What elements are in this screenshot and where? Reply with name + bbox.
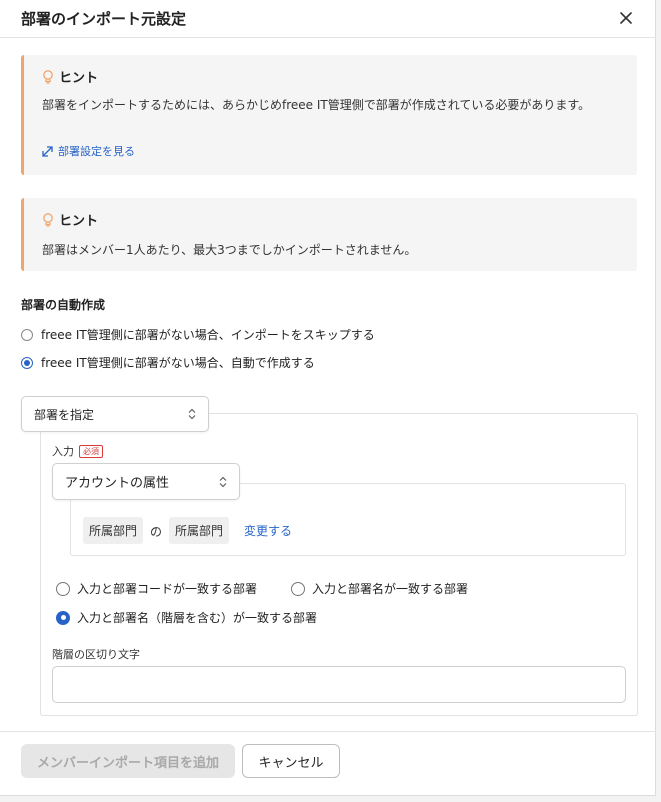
hint-title: ヒント: [59, 214, 99, 229]
radio-match-name[interactable]: [291, 581, 305, 596]
required-badge: 必須: [79, 444, 103, 458]
dialog-title: 部署のインポート元設定: [21, 10, 187, 28]
add-member-import-item-button[interactable]: メンバーインポート項目を追加: [21, 744, 235, 778]
radio-skip-label: freee IT管理側に部署がない場合、インポートをスキップする: [41, 328, 375, 342]
change-attribute-link[interactable]: 変更する: [244, 522, 292, 539]
separator-label: 階層の区切り文字: [52, 648, 140, 661]
department-settings-link-label: 部署設定を見る: [58, 145, 135, 158]
hint-text: 部署はメンバー1人あたり、最大3つまでしかインポートされません。: [42, 243, 417, 257]
hint-text: 部署をインポートするためには、あらかじめfreee IT管理側で部署が作成されて…: [42, 98, 591, 112]
attribute-chip: 所属部門: [83, 517, 144, 544]
separator-input[interactable]: [52, 666, 626, 703]
connector-text: の: [150, 525, 163, 539]
match-option-name-label: 入力と部署名が一致する部署: [312, 582, 469, 596]
sort-arrows-icon: [219, 476, 227, 487]
input-label-text: 入力: [52, 445, 74, 458]
department-settings-link[interactable]: 部署設定を見る: [42, 143, 135, 159]
hint-box-import-requirement: ヒント 部署をインポートするためには、あらかじめfreee IT管理側で部署が作…: [21, 55, 637, 175]
input-field-label: 入力 必須: [52, 443, 103, 459]
hint-header: ヒント: [42, 67, 98, 86]
radio-skip[interactable]: [21, 328, 33, 341]
input-source-value: アカウントの属性: [65, 476, 170, 491]
lightbulb-icon: [43, 69, 53, 84]
radio-match-name-hierarchy[interactable]: [56, 610, 70, 625]
auto-create-option-skip[interactable]: freee IT管理側に部署がない場合、インポートをスキップする: [21, 326, 375, 343]
footer-divider: [0, 731, 656, 732]
close-button[interactable]: [612, 4, 640, 32]
input-source-select[interactable]: アカウントの属性: [52, 463, 240, 500]
mapped-attribute-chip: 所属部門: [169, 517, 230, 544]
external-link-icon: [42, 145, 53, 157]
match-option-code[interactable]: 入力と部署コードが一致する部署: [56, 580, 257, 597]
cancel-button[interactable]: キャンセル: [242, 744, 340, 778]
sort-arrows-icon: [188, 408, 196, 420]
radio-create[interactable]: [21, 356, 33, 369]
department-mode-select[interactable]: 部署を指定: [21, 396, 209, 432]
close-icon: [620, 12, 632, 24]
auto-create-option-create[interactable]: freee IT管理側に部署がない場合、自動で作成する: [21, 354, 315, 371]
hint-title: ヒント: [59, 71, 99, 86]
match-option-name-hierarchy[interactable]: 入力と部署名（階層を含む）が一致する部署: [56, 609, 317, 626]
radio-match-code[interactable]: [56, 581, 70, 596]
radio-create-label: freee IT管理側に部署がない場合、自動で作成する: [41, 356, 315, 370]
match-option-code-label: 入力と部署コードが一致する部署: [77, 582, 258, 596]
hint-box-import-limit: ヒント 部署はメンバー1人あたり、最大3つまでしかインポートされません。: [21, 198, 637, 271]
match-option-name-hierarchy-label: 入力と部署名（階層を含む）が一致する部署: [77, 611, 318, 625]
dialog-header: 部署のインポート元設定: [0, 0, 656, 38]
department-mode-value: 部署を指定: [34, 407, 95, 422]
match-option-name[interactable]: 入力と部署名が一致する部署: [291, 580, 468, 597]
hint-header: ヒント: [42, 210, 98, 229]
auto-create-section-label: 部署の自動作成: [21, 298, 106, 312]
lightbulb-icon: [43, 212, 53, 227]
import-settings-dialog: 部署のインポート元設定 ヒント 部署をインポートするためには、あらかじめfree…: [0, 0, 656, 796]
